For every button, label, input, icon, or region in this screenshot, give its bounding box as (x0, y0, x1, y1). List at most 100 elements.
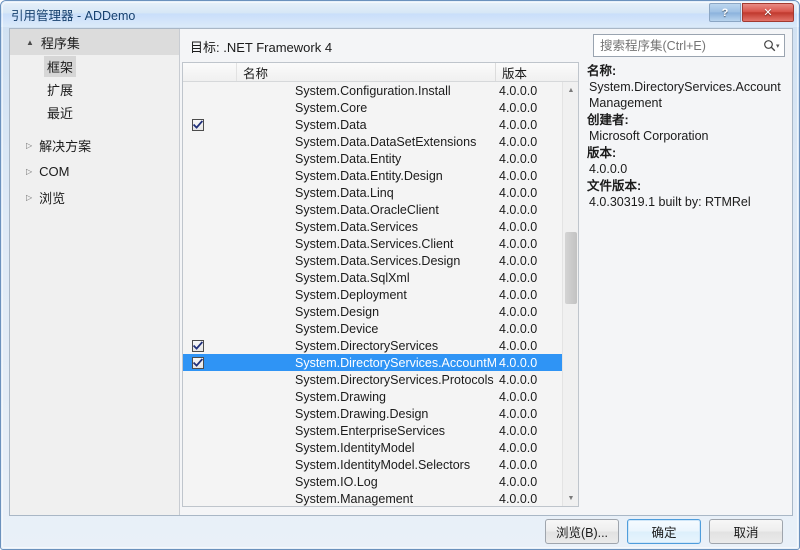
table-row[interactable]: System.IdentityModel 4.0.0.0 (183, 439, 578, 456)
table-row[interactable]: System.Core 4.0.0.0 (183, 99, 578, 116)
cancel-button[interactable]: 取消 (709, 519, 783, 544)
sidebar-item-assemblies[interactable]: ▲ 程序集 (10, 29, 179, 55)
table-row[interactable]: System.Drawing.Design 4.0.0.0 (183, 405, 578, 422)
sidebar-item-label: 扩展 (47, 83, 74, 98)
checkbox-checked-icon[interactable] (192, 118, 204, 131)
table-row[interactable]: System.Data.Services.Design 4.0.0.0 (183, 252, 578, 269)
chevron-down-icon[interactable]: ▾ (776, 42, 784, 50)
assembly-name-cell: System.IdentityModel.Selectors (295, 457, 471, 472)
chevron-right-icon: ▷ (26, 166, 33, 176)
list-header: 名称 版本 (183, 63, 578, 82)
assembly-name-cell: System.Data.DataSetExtensions (295, 134, 477, 149)
column-header-check[interactable] (183, 63, 237, 81)
assembly-name-cell: System.Design (295, 304, 380, 319)
help-button[interactable]: ? (709, 3, 741, 22)
sidebar-item-solution[interactable]: ▷ 解决方案 (10, 132, 179, 158)
assembly-name-cell: System.IO.Log (295, 474, 378, 489)
scrollbar-thumb[interactable] (565, 232, 577, 304)
sidebar-item-label: COM (39, 163, 70, 179)
checkbox-checked-icon[interactable] (192, 356, 204, 369)
list-body: System.Configuration.Install 4.0.0.0 Syste… (183, 82, 578, 506)
chevron-down-icon: ▲ (26, 37, 34, 47)
target-framework-label: 目标: .NET Framework 4 (190, 40, 333, 55)
dialog-footer: 浏览(B)... 确定 取消 (9, 516, 793, 550)
sidebar-item-label: 程序集 (40, 35, 80, 51)
sidebar-item-browse[interactable]: ▷ 浏览 (10, 184, 179, 210)
column-header-version[interactable]: 版本 (496, 63, 578, 81)
assembly-name-cell: System.Device (295, 321, 379, 336)
search-icon (763, 39, 776, 52)
assembly-name-cell: System.Data (295, 117, 367, 132)
table-row[interactable]: System.Management 4.0.0.0 (183, 490, 578, 506)
detail-version-label: 版本: (587, 146, 617, 160)
assembly-name-cell: System.Data.Entity (295, 151, 402, 166)
reference-manager-dialog: 引用管理器 - ADDemo ? ✕ ▲ 程序集 框架 扩展 最近 ▷ 解决方案 (0, 0, 800, 550)
assembly-name-cell: System.Drawing.Design (295, 406, 429, 421)
sidebar-item-framework[interactable]: 框架 (10, 55, 179, 78)
assembly-name-cell: System.Data.Services.Client (295, 236, 454, 251)
dialog-content: ▲ 程序集 框架 扩展 最近 ▷ 解决方案 ▷ COM ▷ 浏览 目标: .NE… (9, 28, 793, 516)
assembly-list[interactable]: 名称 版本 System.Configuration.Install 4.0.0.… (182, 62, 579, 507)
column-header-name[interactable]: 名称 (237, 63, 496, 81)
assembly-name-cell: System.EnterpriseServices (295, 423, 446, 438)
detail-version-value: 4.0.0.0 (589, 162, 628, 176)
window-title: 引用管理器 - ADDemo (11, 9, 136, 23)
assembly-name-cell: System.Data.Services (295, 219, 418, 234)
table-row[interactable]: System.Data.Services.Client 4.0.0.0 (183, 235, 578, 252)
assembly-name-cell: System.DirectoryServices.AccountManage..… (295, 355, 496, 370)
table-row[interactable]: System.Data.Linq 4.0.0.0 (183, 184, 578, 201)
table-row[interactable]: System.DirectoryServices.AccountManage..… (183, 354, 578, 371)
sidebar: ▲ 程序集 框架 扩展 最近 ▷ 解决方案 ▷ COM ▷ 浏览 (10, 29, 180, 515)
table-row[interactable]: System.EnterpriseServices 4.0.0.0 (183, 422, 578, 439)
table-row[interactable]: System.Data.DataSetExtensions 4.0.0.0 (183, 133, 578, 150)
checkbox-checked-icon[interactable] (192, 339, 204, 352)
table-row[interactable]: System.Data.Entity 4.0.0.0 (183, 150, 578, 167)
title-bar[interactable]: 引用管理器 - ADDemo ? ✕ (1, 1, 799, 27)
table-row[interactable]: System.Configuration.Install 4.0.0.0 (183, 82, 578, 99)
assembly-name-cell: System.Data.Services.Design (295, 253, 461, 268)
table-row[interactable]: System.Data.Services 4.0.0.0 (183, 218, 578, 235)
assembly-name-cell: System.Data.SqlXml (295, 270, 410, 285)
table-row[interactable]: System.DirectoryServices 4.0.0.0 (183, 337, 578, 354)
table-row[interactable]: System.Data.SqlXml 4.0.0.0 (183, 269, 578, 286)
assembly-name-cell: System.Deployment (295, 287, 407, 302)
scroll-down-icon[interactable]: ▼ (563, 490, 578, 506)
sidebar-item-recent[interactable]: 最近 (10, 101, 179, 124)
table-row[interactable]: System.IO.Log 4.0.0.0 (183, 473, 578, 490)
close-icon[interactable]: ✕ (742, 3, 794, 22)
assembly-name-cell: System.DirectoryServices.Protocols (295, 372, 494, 387)
detail-name-label: 名称: (587, 64, 617, 78)
chevron-right-icon: ▷ (26, 192, 33, 202)
table-row[interactable]: System.Deployment 4.0.0.0 (183, 286, 578, 303)
table-row[interactable]: System.Data.OracleClient 4.0.0.0 (183, 201, 578, 218)
detail-name-value: System.DirectoryServices.AccountManageme… (589, 80, 781, 110)
table-row[interactable]: System.Data.Entity.Design 4.0.0.0 (183, 167, 578, 184)
search-box[interactable]: ▾ (593, 34, 785, 57)
sidebar-item-label: 浏览 (39, 190, 66, 206)
assembly-name-cell: System.Management (295, 491, 414, 506)
search-input[interactable] (594, 38, 763, 53)
sidebar-item-com[interactable]: ▷ COM (10, 158, 179, 184)
assembly-details-panel: 名称: System.DirectoryServices.AccountMana… (587, 62, 790, 507)
sidebar-item-extensions[interactable]: 扩展 (10, 78, 179, 101)
row-checkbox-cell[interactable] (183, 339, 237, 352)
sidebar-item-label: 解决方案 (39, 138, 92, 154)
assembly-name-cell: System.Data.Linq (295, 185, 394, 200)
assembly-name-cell: System.DirectoryServices (295, 338, 439, 353)
table-row[interactable]: System.Device 4.0.0.0 (183, 320, 578, 337)
scroll-up-icon[interactable]: ▲ (563, 82, 578, 98)
table-row[interactable]: System.IdentityModel.Selectors 4.0.0.0 (183, 456, 578, 473)
table-row[interactable]: System.Drawing 4.0.0.0 (183, 388, 578, 405)
vertical-scrollbar[interactable]: ▲ ▼ (562, 82, 578, 506)
sidebar-item-label: 最近 (47, 106, 74, 121)
assembly-name-cell: System.Configuration.Install (295, 83, 451, 98)
row-checkbox-cell[interactable] (183, 118, 237, 131)
browse-button[interactable]: 浏览(B)... (545, 519, 619, 544)
row-checkbox-cell[interactable] (183, 356, 237, 369)
ok-button[interactable]: 确定 (627, 519, 701, 544)
detail-fileversion-label: 文件版本: (587, 179, 642, 193)
detail-creator-label: 创建者: (587, 113, 629, 127)
table-row[interactable]: System.DirectoryServices.Protocols 4.0.0.… (183, 371, 578, 388)
table-row[interactable]: System.Design 4.0.0.0 (183, 303, 578, 320)
table-row[interactable]: System.Data 4.0.0.0 (183, 116, 578, 133)
